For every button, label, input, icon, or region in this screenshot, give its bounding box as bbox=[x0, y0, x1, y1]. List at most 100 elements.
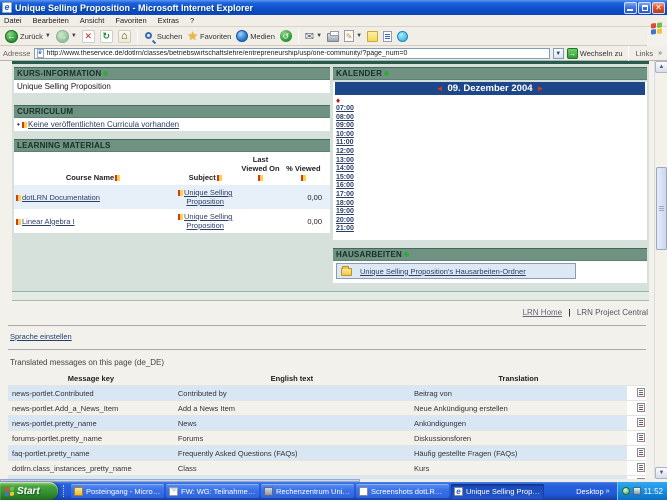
links-label[interactable]: Links bbox=[636, 49, 654, 58]
restore-button[interactable] bbox=[638, 1, 651, 14]
help-dot-icon[interactable] bbox=[403, 252, 409, 257]
taskbar-task-mail[interactable]: FW: WG: Teilnahme v... bbox=[166, 483, 259, 499]
subject-link[interactable]: Unique Selling Proposition bbox=[184, 212, 232, 230]
taskbar-task-ie-active[interactable]: e Unique Selling Proposi... bbox=[451, 483, 544, 499]
translate-marker-icon[interactable] bbox=[22, 121, 28, 128]
mail-button[interactable]: ✉ ▼ bbox=[304, 30, 323, 43]
scroll-up-icon[interactable]: ▲ bbox=[655, 61, 667, 73]
quick-launch[interactable] bbox=[58, 482, 70, 500]
search-button[interactable]: Suchen bbox=[143, 31, 183, 42]
translate-marker-icon[interactable] bbox=[16, 218, 21, 225]
refresh-button[interactable]: ↻ bbox=[99, 29, 114, 43]
menu-favoriten[interactable]: Favoriten bbox=[115, 16, 146, 25]
menu-datei[interactable]: Datei bbox=[4, 16, 22, 25]
time-slot-link[interactable]: 16:00 bbox=[336, 182, 356, 191]
address-dropdown-icon[interactable]: ▼ bbox=[552, 47, 564, 59]
language-settings-link[interactable]: Sprache einstellen bbox=[10, 332, 72, 341]
subject-link[interactable]: Unique Selling Proposition bbox=[184, 188, 232, 206]
menu-extras[interactable]: Extras bbox=[158, 16, 179, 25]
time-slot-link[interactable]: 07:00 bbox=[336, 105, 356, 114]
links-chevron-icon[interactable]: » bbox=[658, 50, 662, 57]
edit-dropdown-icon[interactable]: ▼ bbox=[356, 33, 362, 39]
mail-dropdown-icon[interactable]: ▼ bbox=[316, 33, 322, 39]
sort-icon[interactable] bbox=[115, 175, 121, 182]
edit-translation-icon[interactable] bbox=[637, 462, 645, 472]
col-subject[interactable]: Subject bbox=[172, 152, 239, 185]
scrollbar-thumb[interactable] bbox=[656, 167, 667, 250]
time-slot-link[interactable]: 14:00 bbox=[336, 165, 356, 174]
start-button[interactable]: Start bbox=[0, 482, 58, 500]
time-slot-link[interactable]: 15:00 bbox=[336, 174, 356, 183]
portlet-region: KURS-INFORMATION Unique Selling Proposit… bbox=[12, 64, 649, 292]
hausarbeiten-body: Unique Selling Proposition's Hausarbeite… bbox=[333, 261, 647, 283]
time-slot-link[interactable]: 17:00 bbox=[336, 191, 356, 200]
taskbar-task-rechenzentrum[interactable]: Rechenzentrum Uni K... bbox=[261, 483, 354, 499]
desktop-toolbar[interactable]: Desktop » bbox=[576, 487, 616, 496]
sort-icon[interactable] bbox=[258, 175, 264, 182]
stop-button[interactable]: ✕ bbox=[81, 29, 96, 43]
course-link[interactable]: Linear Algebra I bbox=[22, 217, 75, 226]
tray-icon-1[interactable] bbox=[621, 487, 630, 495]
media-button[interactable]: Medien bbox=[235, 30, 276, 42]
time-slot-link[interactable]: 19:00 bbox=[336, 208, 356, 217]
home-button[interactable]: ⌂ bbox=[117, 29, 132, 43]
edit-translation-icon[interactable] bbox=[637, 402, 645, 412]
history-button[interactable]: ↺ bbox=[279, 30, 293, 42]
minimize-button[interactable] bbox=[624, 1, 637, 14]
time-slot-link[interactable]: 08:00 bbox=[336, 114, 356, 123]
taskbar-task-outlook[interactable]: Posteingang - Micros... bbox=[71, 483, 164, 499]
translate-marker-icon[interactable] bbox=[16, 194, 21, 201]
time-slot-link[interactable]: 12:00 bbox=[336, 148, 356, 157]
menu-bearbeiten[interactable]: Bearbeiten bbox=[33, 16, 69, 25]
translate-marker-icon[interactable] bbox=[177, 190, 183, 197]
msn-button[interactable] bbox=[396, 30, 409, 42]
menu-hilfe[interactable]: ? bbox=[190, 16, 194, 25]
forward-dropdown-icon[interactable]: ▼ bbox=[71, 33, 77, 39]
prev-day-icon[interactable]: ◄ bbox=[432, 84, 448, 93]
sort-icon[interactable] bbox=[216, 175, 222, 182]
time-slot-link[interactable]: 20:00 bbox=[336, 217, 356, 226]
curriculum-empty-link[interactable]: Keine veröffentlichten Curricula vorhand… bbox=[28, 120, 179, 129]
taskbar-task-screenshots[interactable]: Screenshots dotLRN... bbox=[356, 483, 449, 499]
scroll-down-icon[interactable]: ▼ bbox=[655, 467, 667, 479]
print-button[interactable] bbox=[326, 30, 340, 42]
edit-button[interactable]: ✎ ▼ bbox=[343, 30, 363, 42]
help-dot-icon[interactable] bbox=[384, 71, 390, 76]
sort-icon[interactable] bbox=[301, 175, 307, 182]
vertical-scrollbar[interactable]: ▲ ▼ bbox=[654, 61, 667, 479]
col-percent-viewed[interactable]: % Viewed bbox=[282, 152, 330, 185]
time-slot-link[interactable]: 09:00 bbox=[336, 122, 356, 131]
edit-translation-icon[interactable] bbox=[637, 417, 645, 427]
messenger-button[interactable] bbox=[366, 30, 379, 42]
address-input[interactable] bbox=[46, 49, 547, 57]
time-slot-link[interactable]: 10:00 bbox=[336, 131, 356, 140]
time-slot-link[interactable]: 13:00 bbox=[336, 157, 356, 166]
col-last-viewed[interactable]: Last Viewed On bbox=[238, 152, 283, 185]
back-button[interactable]: ← Zurück ▼ bbox=[4, 29, 52, 43]
lrn-project-central-link[interactable]: LRN Project Central bbox=[577, 308, 648, 317]
time-slot-link[interactable]: 11:00 bbox=[336, 139, 356, 148]
desktop-chevron-icon[interactable]: » bbox=[606, 488, 610, 495]
back-dropdown-icon[interactable]: ▼ bbox=[45, 33, 51, 39]
help-dot-icon[interactable] bbox=[103, 71, 109, 76]
favorites-button[interactable]: ★ Favoriten bbox=[186, 30, 232, 42]
hausarbeiten-folder-row[interactable]: Unique Selling Proposition's Hausarbeite… bbox=[336, 263, 577, 279]
discuss-button[interactable] bbox=[382, 30, 393, 42]
tray-icon-2[interactable] bbox=[632, 487, 641, 495]
forward-button[interactable]: → ▼ bbox=[55, 29, 78, 43]
lrn-home-link[interactable]: LRN Home bbox=[523, 308, 563, 317]
col-course-name[interactable]: Course Name bbox=[14, 152, 172, 185]
edit-translation-icon[interactable] bbox=[637, 432, 645, 442]
edit-translation-icon[interactable] bbox=[637, 447, 645, 457]
time-slot-link[interactable]: 21:00 bbox=[336, 225, 356, 234]
course-link[interactable]: dotLRN Documentation bbox=[22, 193, 100, 202]
go-button[interactable]: → Wechseln zu bbox=[566, 47, 623, 59]
next-day-icon[interactable]: ► bbox=[533, 84, 549, 93]
menu-ansicht[interactable]: Ansicht bbox=[80, 16, 105, 25]
taskbar-clock[interactable]: 11:52 bbox=[644, 487, 663, 496]
close-button[interactable]: ✕ bbox=[652, 1, 665, 14]
time-slot-link[interactable]: 18:00 bbox=[336, 200, 356, 209]
hausarbeiten-folder-link[interactable]: Unique Selling Proposition's Hausarbeite… bbox=[360, 267, 526, 276]
edit-translation-icon[interactable] bbox=[637, 387, 645, 397]
translate-marker-icon[interactable] bbox=[177, 214, 183, 221]
